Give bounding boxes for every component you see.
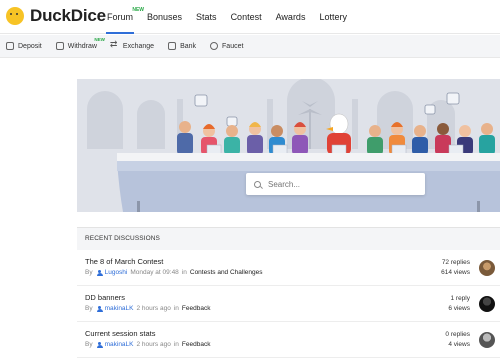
nav-awards[interactable]: Awards [269, 0, 313, 34]
author-link[interactable]: makinaLK [105, 305, 134, 312]
brand-name: DuckDice [30, 6, 106, 25]
logo[interactable]: DuckDice [6, 6, 106, 26]
by-label: By [85, 341, 93, 348]
search-input[interactable] [268, 179, 418, 189]
discussion-title[interactable]: The 8 of March Contest [85, 257, 163, 266]
forum-search-box[interactable] [246, 173, 425, 195]
in-label: in [181, 269, 187, 276]
author-link[interactable]: Lugoshi [105, 269, 128, 276]
nav-bonuses[interactable]: Bonuses [140, 0, 189, 34]
user-icon [96, 341, 103, 348]
nav-awards-label: Awards [275, 12, 306, 22]
withdraw-label: Withdraw [67, 42, 97, 50]
reply-count: 72 replies [441, 259, 470, 266]
withdraw-icon [55, 42, 64, 50]
category-link[interactable]: Contests and Challenges [190, 269, 263, 276]
top-navbar: DuckDice Forum NEW Bonuses Stats Contest… [0, 0, 500, 34]
faucet-icon [210, 42, 219, 50]
reply-count: 1 reply [450, 295, 470, 302]
exchange-label: Exchange [122, 42, 155, 50]
nav-forum[interactable]: Forum NEW [100, 0, 144, 34]
nav-stats[interactable]: Stats [189, 0, 224, 34]
discussion-meta: By Lugoshi Monday at 09:48 in Contests a… [85, 269, 263, 276]
discussion-stats: 72 replies 614 views [441, 258, 470, 278]
view-count: 614 views [441, 269, 470, 276]
nav-lottery-label: Lottery [319, 12, 347, 22]
reply-count: 0 replies [445, 331, 470, 338]
deposit-label: Deposit [18, 42, 42, 50]
discussion-row[interactable]: The 8 of March Contest By Lugoshi Monday… [77, 250, 500, 286]
faucet-button[interactable]: Faucet [204, 35, 251, 58]
main-nav: Forum NEW Bonuses Stats Contest Awards L… [100, 0, 354, 34]
duck-logo-icon [6, 7, 24, 25]
withdraw-button[interactable]: Withdraw NEW [50, 35, 105, 58]
view-count: 6 views [448, 305, 470, 312]
deposit-button[interactable]: Deposit [0, 35, 50, 58]
nav-contest-label: Contest [230, 12, 262, 22]
forum-hero-banner [77, 79, 500, 212]
bank-button[interactable]: Bank [162, 35, 204, 58]
category-link[interactable]: Feedback [182, 305, 211, 312]
view-count: 4 views [448, 341, 470, 348]
wallet-toolbar: Deposit Withdraw NEW Exchange Bank Fauce… [0, 35, 500, 58]
discussion-title[interactable]: DD banners [85, 293, 125, 302]
bank-icon [168, 42, 177, 50]
nav-contest[interactable]: Contest [224, 0, 269, 34]
recent-discussions-heading: RECENT DISCUSSIONS [77, 228, 500, 250]
nav-bonuses-label: Bonuses [147, 12, 183, 22]
user-icon [96, 305, 103, 312]
nav-stats-label: Stats [196, 12, 217, 22]
in-label: in [173, 305, 179, 312]
category-link[interactable]: Feedback [182, 341, 211, 348]
discussion-meta: By makinaLK 2 hours ago in Feedback [85, 341, 210, 348]
nav-lottery[interactable]: Lottery [312, 0, 354, 34]
discussion-stats: 1 reply 6 views [448, 294, 470, 314]
discussion-meta: By makinaLK 2 hours ago in Feedback [85, 305, 210, 312]
discussion-stats: 0 replies 4 views [445, 330, 470, 350]
discussion-row[interactable]: Current session stats By makinaLK 2 hour… [77, 322, 500, 358]
post-time: 2 hours ago [136, 341, 171, 348]
author-link[interactable]: makinaLK [105, 341, 134, 348]
nav-forum-label: Forum [107, 12, 134, 22]
post-time: 2 hours ago [136, 305, 171, 312]
by-label: By [85, 269, 93, 276]
avatar[interactable] [479, 332, 495, 348]
user-icon [96, 269, 103, 276]
deposit-icon [6, 42, 14, 50]
post-time: Monday at 09:48 [130, 269, 179, 276]
exchange-icon [110, 39, 119, 50]
discussion-row[interactable]: DD banners By makinaLK 2 hours ago in Fe… [77, 286, 500, 322]
new-badge: NEW [94, 36, 105, 42]
bank-label: Bank [180, 42, 197, 50]
search-icon [254, 180, 261, 188]
discussion-title[interactable]: Current session stats [85, 329, 155, 338]
avatar[interactable] [479, 296, 495, 312]
by-label: By [85, 305, 93, 312]
in-label: in [173, 341, 179, 348]
exchange-button[interactable]: Exchange [105, 35, 162, 58]
avatar[interactable] [479, 260, 495, 276]
recent-discussions-panel: RECENT DISCUSSIONS The 8 of March Contes… [77, 227, 500, 358]
faucet-label: Faucet [222, 42, 244, 50]
